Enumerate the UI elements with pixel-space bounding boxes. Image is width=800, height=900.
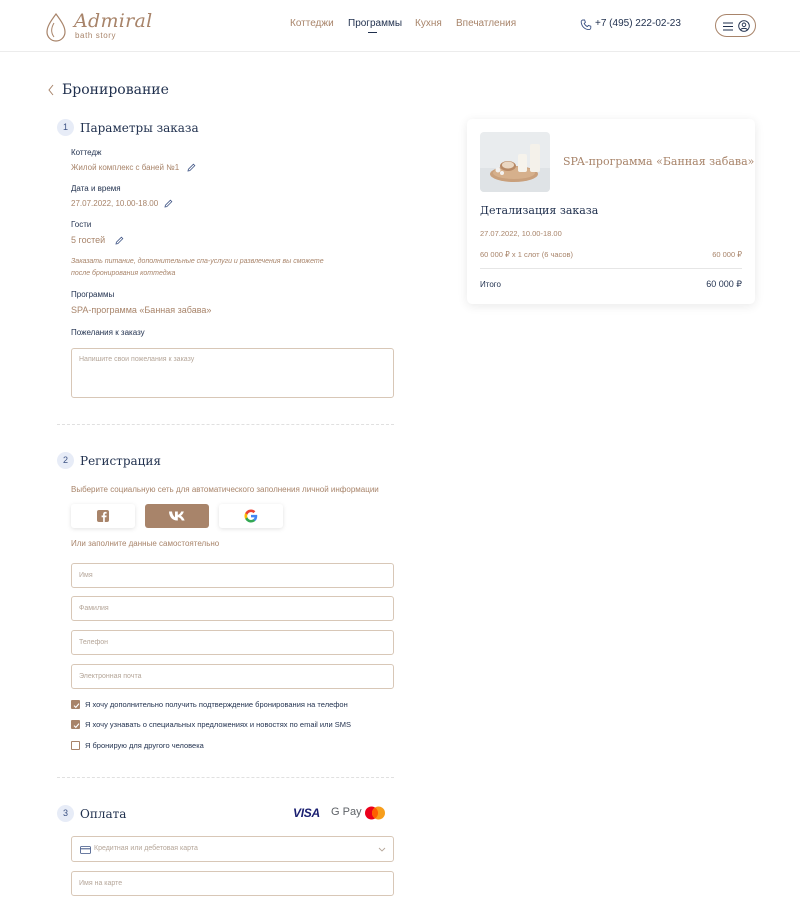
logo-wordmark[interactable]: Admiral	[74, 10, 153, 32]
google-pay-logo: G Pay	[331, 806, 362, 818]
sms-confirmation-checkbox[interactable]	[71, 700, 80, 709]
summary-divider	[480, 268, 742, 269]
google-icon	[244, 509, 258, 523]
wishes-label: Пожелания к заказу	[71, 328, 145, 337]
nav-kitchen[interactable]: Кухня	[415, 18, 442, 29]
manual-fill-hint: Или заполните данные самостоятельно	[71, 539, 220, 548]
phone-number[interactable]: +7 (495) 222-02-23	[595, 18, 681, 29]
booking-note-line-2: после бронирования коттеджа	[71, 270, 176, 277]
booking-note-line-1: Заказать питание, дополнительные спа-усл…	[71, 258, 324, 265]
programs-label: Программы	[71, 290, 115, 299]
nav-active-indicator	[368, 32, 377, 33]
step-2-title: Регистрация	[80, 454, 161, 468]
visa-logo: VISA	[293, 806, 320, 820]
card-name-input[interactable]	[71, 871, 394, 896]
phone-input[interactable]	[71, 630, 394, 655]
card-type-select[interactable]: Кредитная или дебетовая карта	[71, 836, 394, 862]
summary-total-label: Итого	[480, 280, 501, 289]
page-title: Бронирование	[62, 82, 169, 98]
cottage-label: Коттедж	[71, 148, 102, 157]
first-name-input[interactable]	[71, 563, 394, 588]
step-1-title: Параметры заказа	[80, 121, 199, 135]
summary-date: 27.07.2022, 10.00-18.00	[480, 229, 562, 238]
programs-value: SPA-программа «Банная забава»	[71, 305, 212, 315]
book-for-other-checkbox[interactable]	[71, 741, 80, 750]
summary-total-value: 60 000 ₽	[706, 279, 742, 289]
guests-label: Гости	[71, 220, 92, 229]
newsletter-label: Я хочу узнавать о специальных предложени…	[85, 720, 352, 729]
step-1-number: 1	[57, 119, 74, 136]
menu-icon	[723, 22, 733, 31]
sms-confirmation-label: Я хочу дополнительно получить подтвержде…	[85, 700, 348, 709]
step-2-number: 2	[57, 452, 74, 469]
credit-card-icon	[80, 846, 91, 854]
logo-drop-icon[interactable]	[44, 12, 68, 42]
google-login-button[interactable]	[219, 504, 283, 528]
wishes-textarea[interactable]	[71, 348, 394, 398]
facebook-icon	[97, 510, 109, 522]
card-type-placeholder: Кредитная или дебетовая карта	[94, 845, 198, 852]
datetime-value: 27.07.2022, 10.00-18.00	[71, 199, 159, 208]
order-details-title: Детализация заказа	[480, 204, 599, 217]
guests-value: 5 гостей	[71, 235, 106, 245]
vk-icon	[169, 511, 185, 521]
summary-line-description: 60 000 ₽ x 1 слот (6 часов)	[480, 250, 574, 259]
site-header: Admiral bath story Коттеджи Программы Ку…	[0, 0, 800, 52]
logo-tagline: bath story	[75, 31, 117, 40]
facebook-login-button[interactable]	[71, 504, 135, 528]
nav-impressions[interactable]: Впечатления	[456, 18, 516, 29]
step-3-title: Оплата	[80, 807, 127, 821]
section-divider	[57, 424, 394, 425]
step-3-number: 3	[57, 805, 74, 822]
datetime-label: Дата и время	[71, 184, 121, 193]
social-hint: Выберите социальную сеть для автоматичес…	[71, 485, 379, 494]
newsletter-checkbox[interactable]	[71, 720, 80, 729]
summary-line-price: 60 000 ₽	[712, 250, 742, 259]
user-icon	[738, 20, 750, 32]
phone-icon[interactable]	[580, 19, 592, 31]
edit-guests-pencil-icon[interactable]	[115, 236, 124, 245]
checkmark-icon	[73, 703, 80, 709]
last-name-input[interactable]	[71, 596, 394, 621]
chevron-down-icon	[378, 847, 386, 852]
nav-programs[interactable]: Программы	[348, 18, 402, 29]
book-for-other-label: Я бронирую для другого человека	[85, 741, 204, 750]
section-divider	[57, 777, 394, 778]
cottage-value: Жилой комплекс с баней №1	[71, 163, 180, 172]
summary-program-title: SPA-программа «Банная забава»	[563, 155, 755, 168]
edit-cottage-pencil-icon[interactable]	[187, 163, 196, 172]
account-menu-button[interactable]	[715, 14, 756, 37]
email-input[interactable]	[71, 664, 394, 689]
edit-datetime-pencil-icon[interactable]	[164, 199, 173, 208]
vk-login-button[interactable]	[145, 504, 209, 528]
program-thumbnail	[480, 132, 550, 192]
mastercard-logo-icon	[365, 806, 385, 820]
back-arrow-icon[interactable]	[47, 84, 55, 96]
checkmark-icon	[73, 723, 80, 729]
nav-cottages[interactable]: Коттеджи	[290, 18, 334, 29]
